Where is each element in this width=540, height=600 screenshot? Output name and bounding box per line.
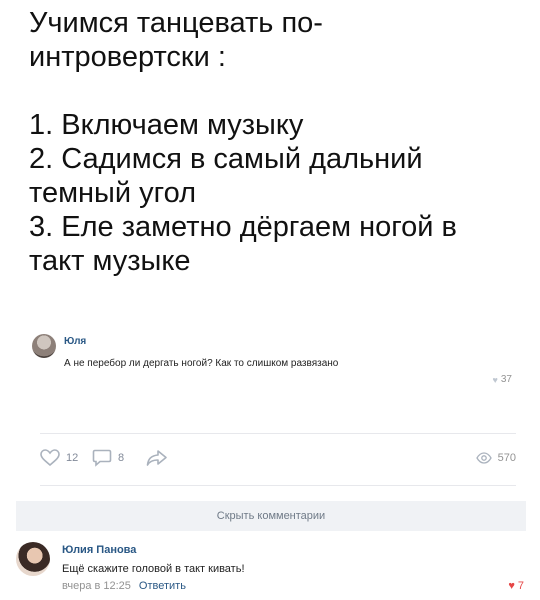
comment-text: Ещё скажите головой в такт кивать!	[62, 563, 245, 575]
divider	[40, 485, 516, 486]
embedded-comment-author[interactable]: Юля	[64, 336, 86, 347]
embedded-like-button[interactable]: ♥ 37	[493, 374, 512, 385]
embedded-comment-text: А не перебор ли дергать ногой? Как то сл…	[64, 358, 339, 369]
comment-icon	[92, 449, 112, 467]
post-text: Учимся танцевать по- интровертски : 1. В…	[29, 7, 457, 277]
like-button[interactable]: 12	[40, 445, 78, 471]
comment-author[interactable]: Юлия Панова	[62, 544, 136, 556]
comment-timestamp: вчера в 12:25	[62, 580, 131, 592]
divider	[40, 433, 516, 434]
post-actions: 12 8 570	[40, 445, 516, 471]
share-button[interactable]	[146, 445, 168, 471]
embedded-comment: Юля А не перебор ли дергать ногой? Как т…	[32, 334, 522, 388]
comment-item: Юлия Панова Ещё скажите головой в такт к…	[16, 542, 526, 596]
heart-outline-icon	[40, 449, 60, 467]
heart-icon: ♥	[492, 374, 498, 385]
views-count: 570	[497, 452, 516, 464]
eye-icon	[475, 452, 492, 464]
comment-like-button[interactable]: ♥ 7	[508, 580, 524, 592]
heart-icon: ♥	[508, 580, 515, 592]
comment-count: 8	[118, 452, 125, 464]
views-counter: 570	[475, 445, 516, 471]
embedded-like-count: 37	[500, 374, 512, 385]
avatar[interactable]	[32, 334, 56, 358]
avatar[interactable]	[16, 542, 50, 576]
reply-link[interactable]: Ответить	[139, 580, 186, 592]
hide-comments-button[interactable]: Скрыть комментарии	[16, 501, 526, 531]
share-icon	[146, 450, 167, 466]
comment-button[interactable]: 8	[92, 445, 124, 471]
comment-meta: вчера в 12:25 Ответить	[62, 580, 186, 592]
comment-like-count: 7	[517, 580, 524, 592]
like-count: 12	[66, 452, 79, 464]
